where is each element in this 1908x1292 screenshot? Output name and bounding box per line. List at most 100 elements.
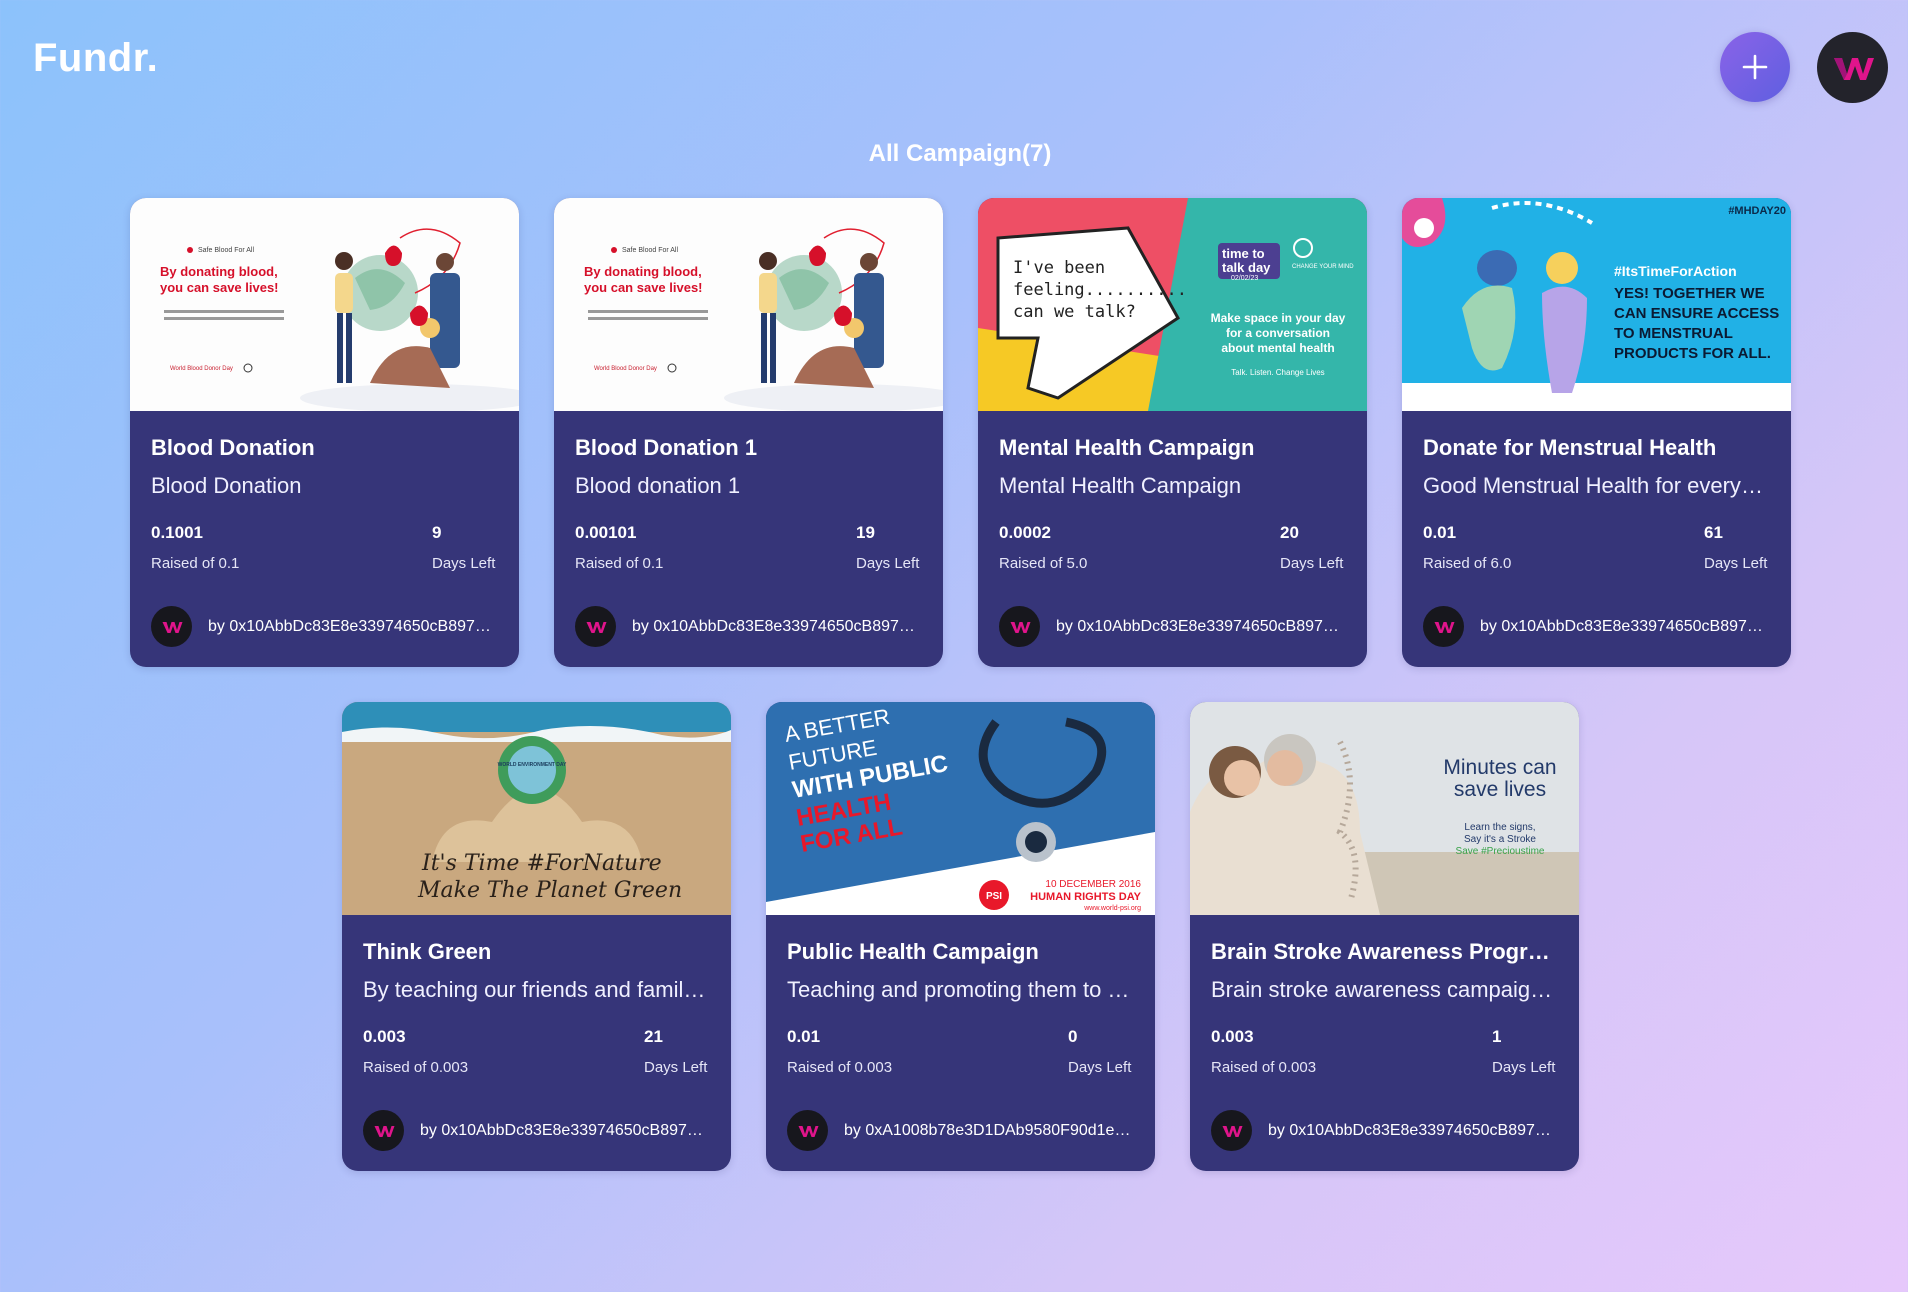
owner-address: by 0x10AbbDc83E8e33974650cB897b… xyxy=(1480,617,1770,635)
svg-text:for a conversation: for a conversation xyxy=(1226,326,1330,340)
svg-text:you can save lives!: you can save lives! xyxy=(584,280,703,295)
days-left-label: Days Left xyxy=(1704,555,1768,572)
days-left-count: 61 xyxy=(1704,523,1723,542)
owner-address: by 0x10AbbDc83E8e33974650cB897b… xyxy=(208,617,498,635)
page-title: All Campaign(7) xyxy=(868,140,1052,167)
svg-text:HUMAN RIGHTS DAY: HUMAN RIGHTS DAY xyxy=(1030,891,1141,903)
w-logo-icon xyxy=(1434,621,1454,633)
days-left-label: Days Left xyxy=(644,1059,708,1076)
campaign-image: I've been feeling.......... can we talk?… xyxy=(978,198,1367,411)
svg-text:YES! TOGETHER WE: YES! TOGETHER WE xyxy=(1614,285,1765,302)
raised-label: Raised of 6.0 xyxy=(1423,555,1512,572)
svg-text:save lives: save lives xyxy=(1454,778,1546,801)
days-left-label: Days Left xyxy=(1492,1059,1556,1076)
svg-text:Safe Blood For All: Safe Blood For All xyxy=(622,247,678,254)
svg-text:By donating blood,: By donating blood, xyxy=(160,264,278,279)
svg-text:02/02/23: 02/02/23 xyxy=(1231,275,1258,282)
owner-address: by 0x10AbbDc83E8e33974650cB897b… xyxy=(1268,1121,1558,1139)
raised-amount: 0.01 xyxy=(787,1027,821,1046)
campaign-card[interactable]: Minutes can save lives Learn the signs, … xyxy=(1190,702,1579,1171)
campaign-card[interactable]: WORLD ENVIRONMENT DAY It's Time #ForNatu… xyxy=(342,702,731,1171)
raised-label: Raised of 0.1 xyxy=(575,555,664,572)
w-logo-icon xyxy=(374,1125,394,1137)
raised-label: Raised of 0.003 xyxy=(363,1059,469,1076)
svg-text:It's Time #ForNature: It's Time #ForNature xyxy=(421,851,662,876)
raised-amount: 0.003 xyxy=(1211,1027,1254,1046)
svg-text:#MHDAY20: #MHDAY20 xyxy=(1728,205,1786,217)
days-left-count: 9 xyxy=(432,523,442,542)
campaign-image: Safe Blood For All By donating blood, yo… xyxy=(554,198,943,411)
svg-text:Make The Planet Green: Make The Planet Green xyxy=(417,878,682,903)
plus-icon xyxy=(1742,54,1768,80)
owner-avatar xyxy=(151,606,192,647)
days-left-count: 20 xyxy=(1280,523,1299,542)
svg-text:can we talk?: can we talk? xyxy=(1013,302,1136,322)
days-left-count: 19 xyxy=(856,523,875,542)
svg-text:Say it's a Stroke: Say it's a Stroke xyxy=(1464,834,1536,845)
days-left-label: Days Left xyxy=(432,555,496,572)
w-logo-icon xyxy=(586,621,606,633)
svg-text:CAN ENSURE ACCESS: CAN ENSURE ACCESS xyxy=(1614,305,1779,322)
svg-text:By donating blood,: By donating blood, xyxy=(584,264,702,279)
campaign-image: Safe Blood For All By donating blood, yo… xyxy=(130,198,519,411)
profile-avatar-button[interactable] xyxy=(1817,32,1888,103)
campaign-description: Blood Donation xyxy=(151,473,302,498)
svg-text:I've been: I've been xyxy=(1013,258,1105,278)
campaign-image: A BETTER FUTURE WITH PUBLIC HEALTH FOR A… xyxy=(766,702,1155,915)
campaign-card[interactable]: I've been feeling.......... can we talk?… xyxy=(978,198,1367,667)
svg-text:about mental health: about mental health xyxy=(1221,341,1334,355)
w-logo-icon xyxy=(1222,1125,1242,1137)
svg-text:Talk. Listen. Change Lives: Talk. Listen. Change Lives xyxy=(1231,368,1324,377)
svg-text:feeling..........: feeling.......... xyxy=(1013,280,1187,300)
raised-amount: 0.1001 xyxy=(151,523,203,542)
app-logo[interactable]: Fundr. xyxy=(33,36,158,81)
campaign-description: Blood donation 1 xyxy=(575,473,741,498)
owner-avatar xyxy=(999,606,1040,647)
create-campaign-button[interactable] xyxy=(1720,32,1790,102)
owner-avatar xyxy=(787,1110,828,1151)
raised-label: Raised of 0.003 xyxy=(1211,1059,1317,1076)
campaign-card[interactable]: Safe Blood For All By donating blood, yo… xyxy=(554,198,943,667)
days-left-label: Days Left xyxy=(856,555,920,572)
svg-text:Save #Precioustime: Save #Precioustime xyxy=(1456,846,1545,857)
owner-address: by 0x10AbbDc83E8e33974650cB897b… xyxy=(1056,617,1346,635)
campaign-card[interactable]: A BETTER FUTURE WITH PUBLIC HEALTH FOR A… xyxy=(766,702,1155,1171)
owner-avatar xyxy=(1211,1110,1252,1151)
w-logo-icon xyxy=(798,1125,818,1137)
svg-text:www.world-psi.org: www.world-psi.org xyxy=(1083,905,1141,912)
svg-text:Minutes can: Minutes can xyxy=(1443,756,1556,779)
svg-text:PRODUCTS FOR ALL.: PRODUCTS FOR ALL. xyxy=(1614,345,1771,362)
svg-text:Safe Blood For All: Safe Blood For All xyxy=(198,247,254,254)
svg-text:World Blood Donor Day: World Blood Donor Day xyxy=(594,366,657,372)
campaign-description: Brain stroke awareness campaigns… xyxy=(1211,977,1558,1002)
campaign-title: Public Health Campaign xyxy=(787,939,1039,964)
campaign-title: Donate for Menstrual Health xyxy=(1423,435,1717,460)
svg-text:TO MENSTRUAL: TO MENSTRUAL xyxy=(1614,325,1733,342)
campaign-image: #MHDAY20 #ItsTimeForAction YES! TOGETHER… xyxy=(1402,198,1791,411)
svg-text:World Blood Donor Day: World Blood Donor Day xyxy=(170,366,233,372)
raised-amount: 0.01 xyxy=(1423,523,1457,542)
campaign-title: Think Green xyxy=(363,939,492,964)
raised-amount: 0.00101 xyxy=(575,523,637,542)
campaign-card[interactable]: Safe Blood For All By donating blood, yo… xyxy=(130,198,519,667)
campaign-description: Good Menstrual Health for everyo… xyxy=(1423,473,1770,498)
campaign-title: Mental Health Campaign xyxy=(999,435,1255,460)
campaign-title: Blood Donation xyxy=(151,435,315,460)
days-left-label: Days Left xyxy=(1068,1059,1132,1076)
svg-text:Learn the signs,: Learn the signs, xyxy=(1464,822,1535,833)
raised-label: Raised of 0.003 xyxy=(787,1059,893,1076)
campaign-card[interactable]: #MHDAY20 #ItsTimeForAction YES! TOGETHER… xyxy=(1402,198,1791,667)
campaign-description: By teaching our friends and family… xyxy=(363,977,710,1002)
svg-text:10 DECEMBER 2016: 10 DECEMBER 2016 xyxy=(1045,879,1141,890)
days-left-count: 1 xyxy=(1492,1027,1502,1046)
campaign-description: Teaching and promoting them to … xyxy=(787,977,1130,1002)
raised-amount: 0.0002 xyxy=(999,523,1051,542)
days-left-count: 21 xyxy=(644,1027,663,1046)
raised-amount: 0.003 xyxy=(363,1027,406,1046)
owner-avatar xyxy=(363,1110,404,1151)
campaign-description: Mental Health Campaign xyxy=(999,473,1242,498)
raised-label: Raised of 0.1 xyxy=(151,555,240,572)
svg-text:#ItsTimeForAction: #ItsTimeForAction xyxy=(1614,263,1737,279)
campaign-title: Blood Donation 1 xyxy=(575,435,758,460)
campaign-image: WORLD ENVIRONMENT DAY It's Time #ForNatu… xyxy=(342,702,731,915)
